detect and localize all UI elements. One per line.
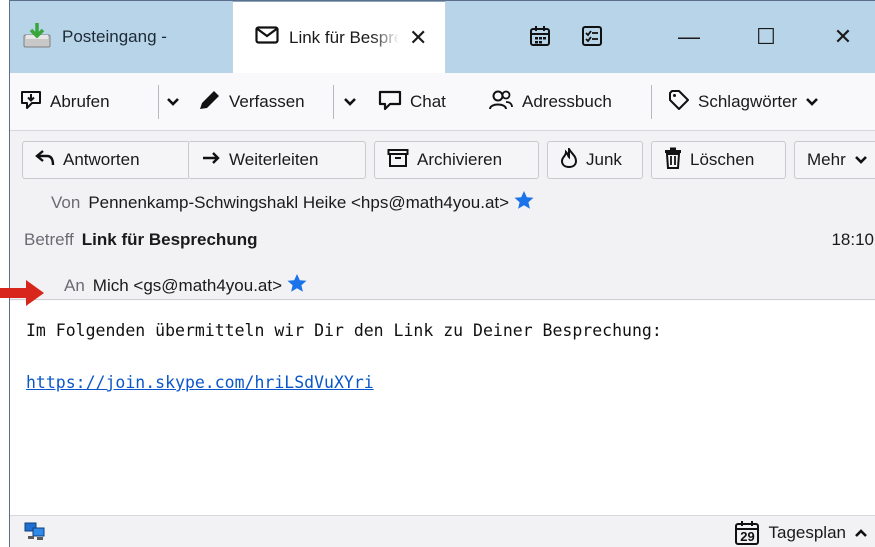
tasks-icon[interactable] [579, 23, 605, 49]
compose-button[interactable]: Verfassen [197, 85, 305, 119]
message-time: 18:10 [831, 230, 874, 249]
junk-label: Junk [586, 150, 622, 169]
network-status-icon[interactable] [24, 522, 46, 547]
fire-icon [560, 144, 578, 173]
toolbar-divider [333, 85, 334, 119]
today-pane-toggle[interactable]: 29 Tagesplan [734, 520, 868, 546]
subject-row: Betreff Link für Besprechung [24, 230, 257, 250]
chat-button[interactable]: Chat [378, 85, 446, 119]
tags-label: Schlagwörter [698, 92, 798, 111]
delete-button[interactable]: Löschen [651, 141, 786, 179]
message-header: Antworten Weiterleiten Archivieren Junk … [10, 131, 875, 300]
message-body[interactable]: Im Folgenden übermitteln wir Dir den Lin… [10, 301, 875, 515]
compose-dropdown[interactable] [339, 85, 361, 119]
subject-text: Link für Besprechung [81, 230, 258, 249]
meeting-link[interactable]: https://join.skype.com/hriLSdVuXYri [26, 373, 374, 392]
delete-label: Löschen [690, 150, 755, 169]
chevron-down-icon [343, 92, 357, 112]
forward-button[interactable]: Weiterleiten [188, 141, 366, 179]
forward-label: Weiterleiten [229, 150, 319, 169]
pen-icon [197, 89, 221, 116]
tab-inbox-label: Posteingang - [62, 27, 167, 46]
envelope-icon [255, 26, 279, 49]
tab-close-icon[interactable]: ✕ [409, 25, 427, 51]
chevron-down-icon [854, 150, 868, 170]
title-bar: Posteingang - Link für Besprechung ✕ [10, 1, 875, 73]
forward-arrow-icon [201, 150, 221, 170]
body-text: Im Folgenden übermitteln wir Dir den Lin… [26, 321, 662, 340]
compose-label: Verfassen [229, 92, 305, 111]
calendar-icon[interactable] [527, 23, 553, 49]
archive-box-icon [387, 148, 409, 173]
maximize-button[interactable]: ☐ [737, 1, 795, 73]
status-bar: 29 Tagesplan [10, 515, 875, 547]
tag-icon [668, 89, 690, 116]
address-book-button[interactable]: Adressbuch [488, 85, 612, 119]
tab-message-label: Link für Besprechung [289, 27, 399, 47]
get-mail-icon [20, 89, 42, 116]
toolbar-divider [651, 85, 652, 119]
more-button[interactable]: Mehr [794, 141, 875, 179]
star-icon[interactable] [513, 190, 535, 215]
star-icon[interactable] [286, 273, 308, 298]
archive-button[interactable]: Archivieren [374, 141, 539, 179]
annotation-arrow-icon [0, 278, 48, 308]
get-mail-dropdown[interactable] [162, 85, 184, 119]
toolbar-divider [158, 85, 159, 119]
thunderbird-window: Posteingang - Link für Besprechung ✕ [9, 0, 875, 547]
tags-button[interactable]: Schlagwörter [668, 85, 819, 119]
inbox-download-icon [22, 21, 52, 54]
more-label: Mehr [807, 150, 846, 169]
reply-arrow-icon [35, 149, 55, 172]
calendar-day-number: 29 [740, 529, 755, 544]
get-mail-button[interactable]: Abrufen [20, 85, 110, 119]
get-mail-label: Abrufen [50, 92, 110, 111]
from-address[interactable]: Pennenkamp-Schwingshakl Heike <hps@math4… [88, 193, 509, 213]
main-toolbar: Abrufen Verfassen Chat Adressbuch Schlag… [10, 73, 875, 131]
minimize-button[interactable]: — [660, 1, 718, 73]
chat-bubble-icon [378, 89, 402, 116]
today-pane-label: Tagesplan [768, 523, 846, 542]
from-row: Von Pennenkamp-Schwingshakl Heike <hps@m… [51, 190, 535, 215]
to-label: An [64, 275, 85, 295]
close-window-button[interactable]: ✕ [814, 1, 872, 73]
chevron-down-icon [166, 92, 180, 112]
address-book-label: Adressbuch [522, 92, 612, 111]
trash-icon [664, 147, 682, 174]
reply-button[interactable]: Antworten [22, 141, 190, 179]
calendar-day-icon: 29 [734, 520, 760, 546]
to-row: An Mich <gs@math4you.at> [64, 273, 308, 298]
to-address[interactable]: Mich <gs@math4you.at> [93, 276, 282, 296]
chevron-up-icon [854, 523, 868, 543]
reply-label: Antworten [63, 150, 140, 169]
tab-inbox[interactable]: Posteingang - [10, 1, 232, 73]
from-label: Von [51, 192, 81, 212]
archive-label: Archivieren [417, 150, 503, 169]
junk-button[interactable]: Junk [547, 141, 643, 179]
tab-message[interactable]: Link für Besprechung ✕ [232, 1, 446, 73]
contacts-icon [488, 89, 514, 116]
chat-label: Chat [410, 92, 446, 111]
chevron-down-icon [805, 92, 819, 112]
subject-label: Betreff [24, 230, 74, 249]
